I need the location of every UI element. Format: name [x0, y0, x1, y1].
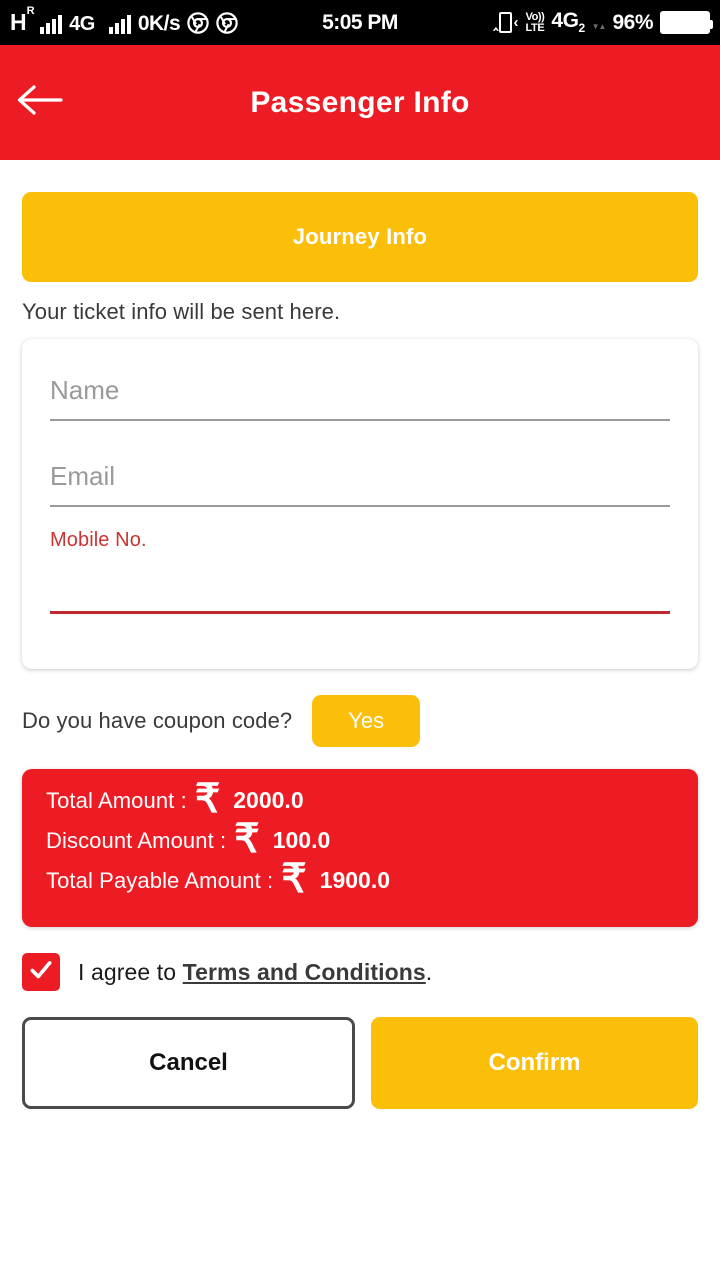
data-transfer-arrows-icon: ▼▲ — [591, 21, 607, 31]
discount-amount-label: Discount Amount : — [46, 828, 227, 853]
status-bar-left: HR 4G 0K/s — [10, 5, 238, 35]
mobile-input[interactable] — [50, 582, 670, 614]
ticket-info-hint: Your ticket info will be sent here. — [22, 299, 341, 324]
coupon-row: Do you have coupon code? Yes — [22, 695, 698, 747]
app-header: Passenger Info — [0, 45, 720, 160]
terms-suffix: . — [425, 958, 433, 985]
email-field-wrapper — [50, 453, 670, 507]
arrow-left-icon — [15, 83, 63, 122]
total-payable-amount-value: 1900.0 — [319, 867, 391, 893]
journey-info-button[interactable]: Journey Info — [22, 192, 698, 282]
terms-checkbox[interactable] — [22, 953, 60, 991]
discount-amount-value: 100.0 — [272, 827, 331, 853]
amount-summary-card: Total Amount : ₹ 2000.0 Discount Amount … — [22, 769, 698, 927]
passenger-form-card: Mobile No. — [22, 339, 698, 669]
clock-label: 5:05 PM — [322, 10, 398, 34]
page-content: Journey Info Your ticket info will be se… — [0, 192, 720, 1109]
volte-icon: Vo)) LTE — [525, 10, 545, 34]
vibrate-icon: ‸ ‹ — [493, 12, 519, 33]
network-type-label: HR — [10, 5, 35, 35]
battery-full-icon — [660, 11, 713, 34]
coupon-yes-button[interactable]: Yes — [312, 695, 421, 747]
email-input[interactable] — [50, 453, 670, 507]
name-field-wrapper — [50, 367, 670, 421]
mobile-field-label: Mobile No. — [50, 529, 147, 551]
check-icon — [28, 957, 54, 988]
confirm-button[interactable]: Confirm — [371, 1017, 698, 1109]
action-buttons: Cancel Confirm — [22, 1017, 698, 1109]
cancel-button[interactable]: Cancel — [22, 1017, 355, 1109]
page-title: Passenger Info — [250, 85, 470, 119]
status-bar: HR 4G 0K/s 5:05 PM ‸ ‹ Vo)) LTE 4G2 ▼▲ 96… — [0, 0, 720, 45]
mobile-field-wrapper: Mobile No. — [50, 529, 670, 614]
coupon-question-label: Do you have coupon code? — [22, 708, 293, 733]
terms-row: I agree to Terms and Conditions. — [22, 953, 698, 991]
battery-percent-label: 96% — [612, 11, 653, 34]
name-input[interactable] — [50, 367, 670, 421]
back-button[interactable] — [4, 68, 74, 138]
total-amount-row: Total Amount : ₹ 2000.0 — [46, 777, 304, 821]
network-4g-label: 4G — [69, 13, 95, 35]
total-payable-amount-label: Total Payable Amount : — [46, 868, 274, 893]
signal-bars-icon-1 — [40, 15, 63, 34]
total-payable-amount-row: Total Payable Amount : ₹ 1900.0 — [46, 857, 391, 901]
sim-network-label: 4G2 — [551, 9, 585, 36]
chrome-icon — [187, 12, 209, 34]
terms-text: I agree to Terms and Conditions. — [78, 959, 432, 986]
data-speed-label: 0K/s — [137, 12, 181, 35]
status-bar-right: ‸ ‹ Vo)) LTE 4G2 ▼▲ 96% — [493, 9, 713, 36]
discount-amount-row: Discount Amount : ₹ 100.0 — [46, 817, 331, 861]
signal-bars-icon-2 — [108, 15, 131, 34]
total-amount-value: 2000.0 — [233, 787, 304, 813]
terms-and-conditions-link[interactable]: Terms and Conditions — [183, 959, 426, 985]
roaming-indicator: R — [26, 5, 35, 17]
total-amount-label: Total Amount : — [46, 788, 187, 813]
terms-prefix: I agree to — [78, 958, 183, 985]
chrome-icon — [216, 12, 238, 34]
